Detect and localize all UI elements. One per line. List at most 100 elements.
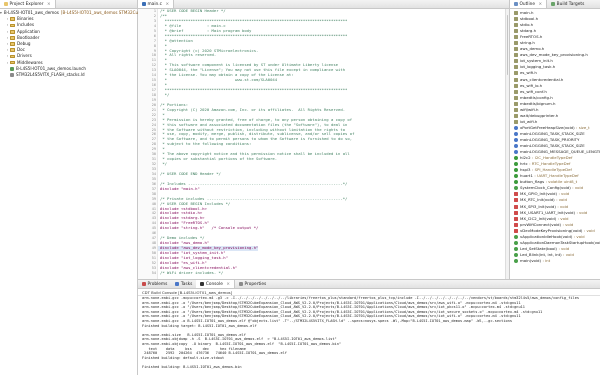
close-icon[interactable]: ×: [226, 282, 230, 287]
tree-item[interactable]: STM32L4S5VITX_FLASH_stacks.ld: [0, 72, 137, 78]
include-icon: [514, 77, 518, 82]
console-line: arm-none-eabi-gcc -mcpu=cortex-m4 -g3 -c…: [142, 296, 580, 300]
close-icon[interactable]: ×: [47, 2, 51, 7]
tab-project-explorer[interactable]: Project Explorer ×: [0, 0, 56, 8]
include-icon: [514, 41, 518, 46]
var-icon: [514, 162, 518, 167]
include-icon: [514, 53, 518, 58]
tab-build-targets-label: Build Targets: [556, 1, 585, 7]
folder-icon: [10, 29, 15, 34]
outline-item-type: : void: [576, 209, 588, 215]
tab-label: Problems: [147, 281, 168, 287]
tab-properties[interactable]: Properties: [235, 280, 270, 288]
problems-icon: [142, 282, 146, 286]
project-explorer-tabbar: Project Explorer ×: [0, 0, 137, 9]
expand-arrow-icon[interactable]: ▾: [0, 10, 2, 16]
priv-icon: [514, 210, 518, 215]
editor-panel: main.c × 1/* USER CODE BEGIN Header */2/…: [138, 0, 510, 279]
tab-outline-label: Outline: [519, 1, 536, 7]
macro-icon: [514, 150, 518, 155]
priv-icon: [514, 198, 518, 203]
folder-icon: [10, 54, 15, 59]
folder-icon: [10, 23, 15, 28]
var-icon: [514, 174, 518, 179]
outline-item-type: : void: [563, 251, 574, 257]
tab-build-targets[interactable]: Build Targets: [547, 0, 588, 8]
folder-tab-icon: [4, 2, 8, 6]
folder-icon: [10, 35, 15, 40]
func-icon: [514, 252, 518, 257]
editor-scrollbar[interactable]: [505, 9, 509, 279]
build-targets-icon: [551, 2, 556, 6]
code-area[interactable]: 1/* USER CODE BEGIN Header */2/** 3 *****…: [152, 9, 505, 279]
close-icon[interactable]: ×: [165, 2, 169, 7]
include-icon: [514, 59, 518, 64]
include-icon: [514, 11, 518, 16]
outline-item-type: : void: [572, 185, 584, 191]
include-icon: [514, 119, 518, 124]
scrollbar-thumb[interactable]: [506, 15, 509, 75]
priv-icon: [514, 216, 518, 221]
outline-tree: main.h stdbool.h stdio.h stdarg.h FreeRTOS.h…: [510, 9, 600, 264]
folder-icon: [10, 17, 15, 22]
tasks-icon: [175, 282, 180, 286]
func-icon: [514, 240, 518, 245]
folder-icon: [10, 42, 15, 46]
code-text: /* WiFi driver includes. */: [160, 269, 224, 275]
include-icon: [514, 29, 518, 34]
tab-outline[interactable]: Outline ×: [510, 0, 548, 8]
priv-icon: [514, 228, 518, 233]
editor-tabbar: main.c ×: [138, 0, 509, 9]
console-output[interactable]: arm-none-eabi-gcc -mcpu=cortex-m4 -g3 -c…: [138, 296, 600, 375]
func-icon: [514, 186, 518, 191]
outline-icon: [514, 2, 518, 6]
include-icon: [514, 95, 518, 100]
include-icon: [514, 89, 518, 94]
var-icon: [514, 168, 518, 173]
project-explorer-panel: Project Explorer × ▾ B-L4S5I-IOT01_aws_d…: [0, 0, 152, 375]
folder-icon: [10, 60, 15, 65]
console-tabbar: Problems Tasks Console × Properties: [138, 280, 600, 289]
code-line: 54 /* WiFi driver includes. */: [152, 269, 505, 276]
macro-icon: [514, 138, 518, 142]
func-icon: [514, 234, 518, 239]
project-tree: ▾ B-L4S5I-IOT01_aws_demos [B-L4S5I-IOT01…: [0, 9, 152, 78]
include-icon: [514, 17, 518, 22]
include-icon: [514, 113, 518, 118]
include-icon: [514, 47, 518, 52]
include-icon: [514, 23, 518, 28]
var-icon: [514, 180, 518, 185]
file-icon: [10, 66, 14, 71]
line-number: 54: [151, 270, 156, 275]
include-icon: [514, 107, 518, 112]
tab-console[interactable]: Console ×: [196, 280, 235, 288]
tab-label: Console: [205, 281, 223, 287]
folder-icon: [10, 48, 15, 53]
tab-main-c[interactable]: main.c ×: [138, 0, 175, 8]
include-icon: [514, 101, 518, 106]
outline-item-type: : void: [583, 227, 595, 233]
include-icon: [514, 35, 518, 40]
include-icon: [514, 65, 518, 70]
tab-main-c-label: main.c: [147, 1, 162, 7]
outline-item[interactable]: main(void): int: [510, 258, 600, 264]
tab-problems[interactable]: Problems: [138, 280, 171, 288]
tab-label: Tasks: [180, 281, 193, 287]
outline-tabbar: Outline × Build Targets: [510, 0, 600, 9]
code-editor[interactable]: 1/* USER CODE BEGIN Header */2/** 3 *****…: [138, 9, 509, 279]
console-panel: Problems Tasks Console × Properties CDT Buil…: [138, 279, 600, 375]
console-header: CDT Build Console [B-L4S5I-IOT01_aws_dem…: [138, 289, 600, 296]
priv-icon: [514, 222, 518, 227]
macro-icon: [514, 144, 518, 149]
outline-item-type: : int: [542, 257, 551, 263]
outline-item-name: main(void): [520, 257, 541, 263]
macro-icon: [514, 125, 518, 130]
macro-icon: [514, 131, 518, 136]
priv-icon: [514, 204, 518, 209]
file-icon: [10, 72, 14, 77]
close-icon[interactable]: ×: [539, 2, 543, 7]
tab-tasks[interactable]: Tasks: [171, 280, 196, 288]
tab-project-explorer-label: Project Explorer: [9, 1, 44, 7]
properties-icon: [239, 282, 243, 286]
priv-icon: [514, 192, 518, 197]
